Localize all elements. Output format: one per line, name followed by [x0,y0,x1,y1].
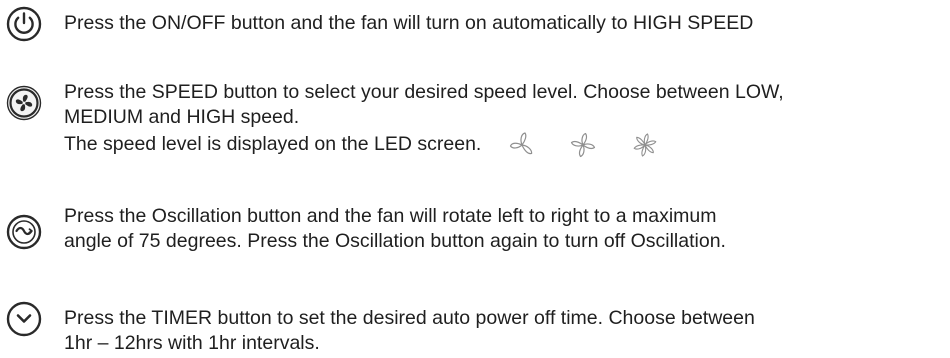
fan-high-icon [630,130,660,160]
instruction-line-with-indicators: The speed level is displayed on the LED … [64,130,946,160]
fan-low-icon [507,130,537,160]
instruction-line: Press the ON/OFF button and the fan will… [64,12,754,34]
instruction-line-text: The speed level is displayed on the LED … [64,133,482,156]
instruction-line: Press the TIMER button to set the desire… [64,307,755,329]
instruction-line: Press the SPEED button to select your de… [64,81,784,103]
oscillation-icon [6,214,42,250]
instruction-line: angle of 75 degrees. Press the Oscillati… [64,230,726,252]
fan-speed-icon [6,85,42,121]
instruction-line: Press the Oscillation button and the fan… [64,205,717,227]
instruction-line: MEDIUM and HIGH speed. [64,106,300,128]
instruction-line: 1hr – 12hrs with 1hr intervals. [64,332,320,354]
power-icon [6,6,42,42]
fan-medium-icon [568,130,598,160]
timer-icon [6,301,42,337]
speed-indicators [507,130,686,160]
